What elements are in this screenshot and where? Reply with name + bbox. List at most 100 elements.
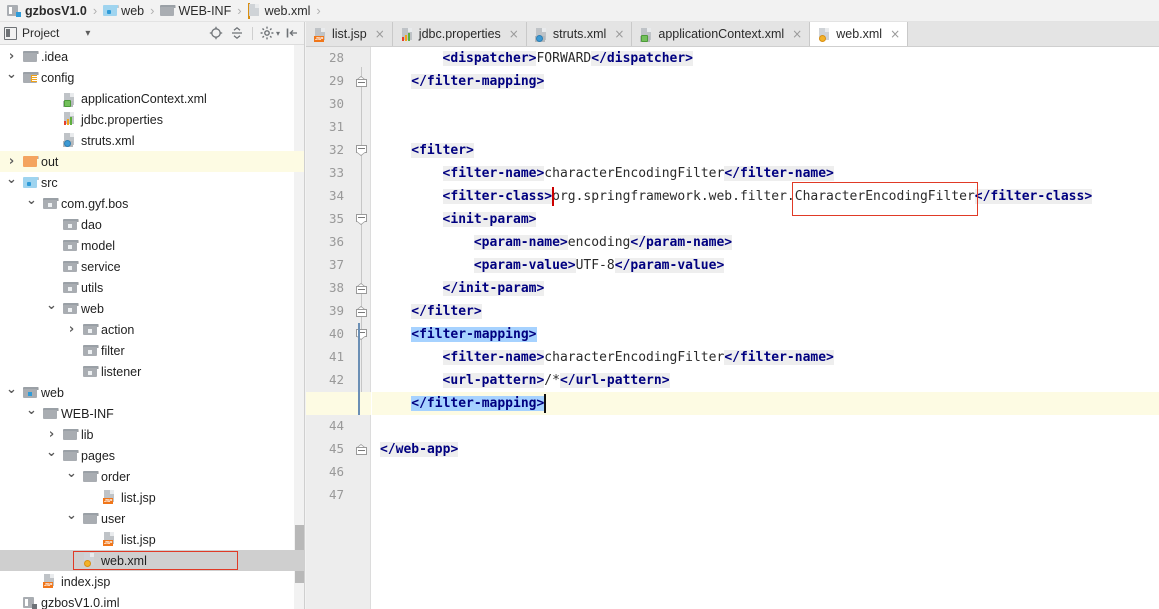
chevron-down-icon[interactable]: ⌄ [46, 445, 57, 460]
hide-panel-icon[interactable] [282, 24, 301, 43]
jsp-file-icon: JSP [103, 532, 116, 546]
breadcrumb-item-webxml[interactable]: web.xml [247, 2, 312, 19]
xml-tag: </init-param> [442, 281, 545, 296]
tree-row[interactable]: filter [0, 340, 305, 361]
tree-row-label: user [101, 511, 126, 526]
xml-tag: </filter> [411, 304, 482, 319]
tree-row[interactable]: service [0, 256, 305, 277]
fold-collapse-end-icon[interactable] [356, 306, 367, 317]
chevron-down-icon[interactable]: ⌄ [46, 298, 57, 313]
chevron-down-icon[interactable]: ⌄ [66, 466, 77, 481]
webxml-file-icon [83, 553, 96, 567]
fold-collapse-start-icon[interactable] [356, 145, 367, 156]
tree-row[interactable]: ⌄ src [0, 172, 305, 193]
line-number: 32 [328, 142, 344, 157]
tree-row[interactable]: ⌄ WEB-INF [0, 403, 305, 424]
tree-row[interactable]: JSP index.jsp [0, 571, 305, 592]
chevron-down-icon[interactable]: ⌄ [6, 67, 17, 82]
fold-collapse-end-icon[interactable] [356, 444, 367, 455]
code-text-area[interactable]: <dispatcher>FORWARD</dispatcher> </filter… [372, 47, 1159, 609]
editor-tab[interactable]: applicationContext.xml × [632, 22, 811, 46]
chevron-down-icon[interactable]: ⌄ [26, 403, 37, 418]
project-tree[interactable]: › .idea ⌄ config applicationContext.xml jdbc.… [0, 45, 305, 609]
line-number: 42 [328, 372, 344, 387]
close-icon[interactable]: × [375, 27, 385, 41]
chevron-down-icon[interactable]: ⌄ [6, 172, 17, 187]
tree-row[interactable]: › lib [0, 424, 305, 445]
tree-row[interactable]: ⌄ web [0, 382, 305, 403]
editor-tab[interactable]: web.xml × [810, 22, 909, 46]
tree-row[interactable]: applicationContext.xml [0, 88, 305, 109]
tree-row-label: list.jsp [121, 490, 156, 505]
xml-file-icon [63, 133, 76, 147]
folder-blue-icon [103, 5, 120, 16]
tree-row[interactable]: dao [0, 214, 305, 235]
chevron-down-icon[interactable]: ⌄ [26, 193, 37, 208]
editor-tab-label: list.jsp [332, 27, 367, 41]
editor-tab[interactable]: JSP list.jsp × [306, 22, 393, 46]
editor-tab-bar[interactable]: JSP list.jsp × jdbc.properties × struts.xml × a… [306, 22, 1159, 47]
tree-row[interactable]: jdbc.properties [0, 109, 305, 130]
fold-collapse-start-icon[interactable] [356, 214, 367, 225]
tree-row[interactable]: › out [0, 151, 305, 172]
editor-tab-label: jdbc.properties [418, 27, 501, 41]
close-icon[interactable]: × [614, 27, 624, 41]
chevron-right-icon[interactable]: › [6, 49, 17, 64]
text-caret [552, 187, 554, 206]
tree-row[interactable]: ⌄ user [0, 508, 305, 529]
fold-collapse-end-icon[interactable] [356, 283, 367, 294]
tree-row[interactable]: utils [0, 277, 305, 298]
chevron-right-icon[interactable]: › [46, 427, 57, 442]
settings-gear-icon[interactable] [258, 24, 277, 43]
code-line: <param-name>encoding</param-name> [473, 231, 733, 254]
locate-icon[interactable] [207, 24, 226, 43]
chevron-right-icon[interactable]: › [66, 322, 77, 337]
code-line: <filter-name>characterEncodingFilter</fi… [442, 162, 834, 185]
tree-row[interactable]: model [0, 235, 305, 256]
line-number: 28 [328, 50, 344, 65]
line-number: 29 [328, 73, 344, 88]
breadcrumb-item-webinf[interactable]: WEB-INF [159, 4, 232, 18]
tree-row-label: com.gyf.bos [61, 196, 129, 211]
chevron-right-icon[interactable]: › [6, 154, 17, 169]
close-icon[interactable]: × [509, 27, 519, 41]
chevron-down-icon[interactable]: ⌄ [66, 508, 77, 523]
package-icon [83, 345, 99, 356]
tree-row[interactable]: struts.xml [0, 130, 305, 151]
code-editor[interactable]: 2829303132333435363738394041424344454647… [306, 47, 1159, 609]
tree-row[interactable]: ⌄ pages [0, 445, 305, 466]
tree-row[interactable]: ⌄ com.gyf.bos [0, 193, 305, 214]
tree-row[interactable]: JSP list.jsp [0, 529, 305, 550]
fold-collapse-end-icon[interactable] [356, 76, 367, 87]
xml-text: /* [544, 373, 560, 388]
tree-row[interactable]: ⌄ config [0, 67, 305, 88]
tree-row[interactable]: web.xml [0, 550, 305, 571]
line-number: 35 [328, 211, 344, 226]
close-icon[interactable]: × [890, 27, 900, 41]
tree-row[interactable]: ⌄ web [0, 298, 305, 319]
line-number: 34 [328, 188, 344, 203]
tree-row[interactable]: › action [0, 319, 305, 340]
tree-row[interactable]: gzbosV1.0.iml [0, 592, 305, 609]
close-icon[interactable]: × [792, 27, 802, 41]
breadcrumb-item-web[interactable]: web [102, 4, 145, 18]
package-icon [83, 366, 99, 377]
xml-text: encoding [567, 235, 631, 250]
tree-row[interactable]: listener [0, 361, 305, 382]
collapse-all-icon[interactable] [228, 24, 247, 43]
gear-dropdown-icon[interactable]: ▾ [276, 29, 280, 38]
editor-tab[interactable]: jdbc.properties × [393, 22, 527, 46]
code-folding-gutter[interactable] [352, 47, 371, 609]
breadcrumb-label: web.xml [264, 3, 311, 18]
tree-row[interactable]: › .idea [0, 46, 305, 67]
tree-row[interactable]: JSP list.jsp [0, 487, 305, 508]
editor-tab[interactable]: struts.xml × [527, 22, 633, 46]
tree-row[interactable]: ⌄ order [0, 466, 305, 487]
chevron-down-icon[interactable]: ▾ [85, 28, 90, 39]
breadcrumb-item-project[interactable]: gzbosV1.0 [6, 4, 88, 18]
xml-tag: <filter-mapping> [411, 327, 537, 342]
breadcrumb-separator: › [150, 3, 155, 18]
chevron-down-icon[interactable]: ⌄ [6, 382, 17, 397]
folder-webres-icon [23, 387, 39, 398]
line-number: 37 [328, 257, 344, 272]
